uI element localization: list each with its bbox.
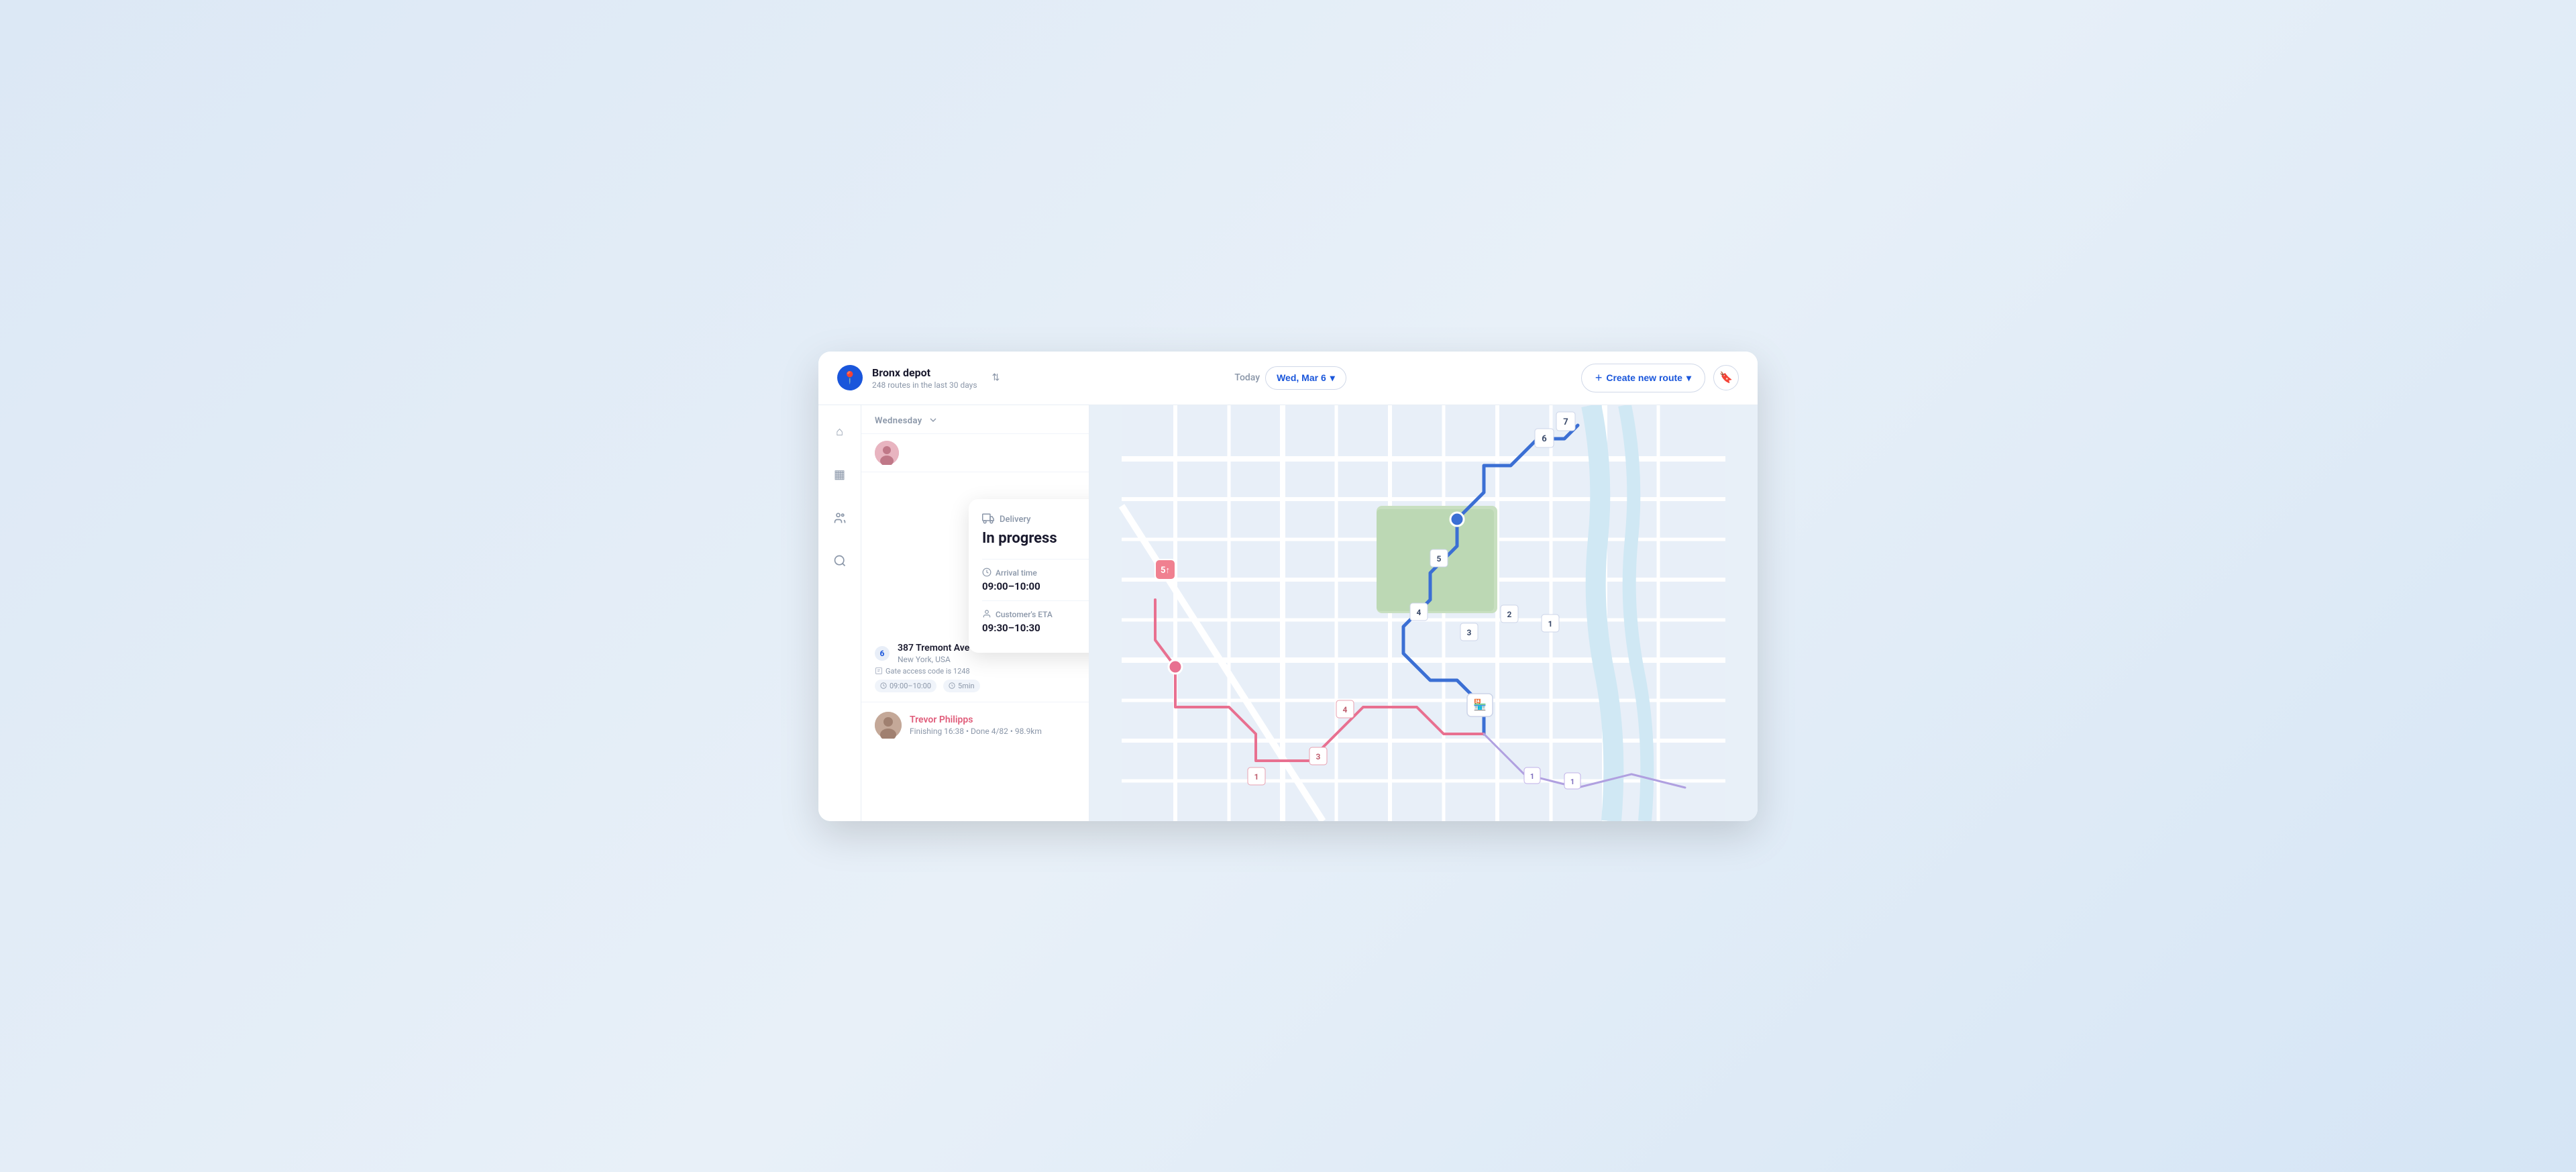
stop-number-badge: 6 [875, 646, 890, 661]
popup-divider-2 [982, 600, 1089, 601]
sidebar-item-search[interactable] [826, 547, 853, 574]
popup-eta-value: 09:30–10:30 [982, 622, 1053, 634]
date-label: Wed, Mar 6 [1277, 372, 1326, 383]
bookmark-icon: 🔖 [1719, 371, 1733, 384]
header-center: Today Wed, Mar 6 ▾ [1234, 366, 1346, 390]
popup-arrival-label: Arrival time [982, 568, 1040, 579]
create-route-button[interactable]: + Create new route ▾ [1581, 364, 1705, 392]
browser-window: 📍 Bronx depot 248 routes in the last 30 … [818, 352, 1758, 821]
svg-text:🏪: 🏪 [1473, 698, 1487, 711]
plus-icon: + [1595, 371, 1603, 385]
panel-header-label: Wednesday [875, 416, 922, 426]
sidebar-item-dashboard[interactable]: ▦ [826, 462, 853, 488]
route-panel: Wednesday [861, 405, 1089, 821]
popup-eta-label: Customer's ETA [982, 609, 1053, 621]
person-icon [982, 609, 991, 621]
stop-left: 6 387 Tremont Ave New York, USA [875, 643, 969, 664]
stop-note: Gate access code is 1248 [875, 667, 1075, 676]
today-label: Today [1234, 372, 1260, 383]
popup-eta-row: Customer's ETA 09:30–10:30 On time [982, 609, 1089, 634]
trevor-info: Trevor Philipps Finishing 16:38 • Done 4… [910, 714, 1042, 736]
map-svg: 7 6 5 4 3 2 1 5↑ 4 3 [1089, 405, 1758, 821]
popup-arrival-row: Arrival time 09:00–10:00 Late [982, 568, 1089, 592]
stop-address: 387 Tremont Ave [898, 643, 969, 653]
panel-header-row: Wednesday [861, 405, 1089, 434]
svg-text:2: 2 [1507, 610, 1512, 619]
svg-text:4: 4 [1343, 705, 1348, 714]
depot-switcher-icon[interactable]: ⇅ [992, 372, 1000, 383]
bookmark-button[interactable]: 🔖 [1713, 365, 1739, 390]
popup-arrival-value: 09:00–10:00 [982, 580, 1040, 592]
main-layout: ⌂ ▦ Wednesday [818, 405, 1758, 821]
popup-type-label: Delivery [1000, 515, 1030, 525]
map-area[interactable]: 7 6 5 4 3 2 1 5↑ 4 3 [1089, 405, 1758, 821]
trevor-avatar [875, 712, 902, 739]
trevor-sub: Finishing 16:38 • Done 4/82 • 98.9km [910, 727, 1042, 736]
svg-text:3: 3 [1316, 752, 1321, 761]
svg-text:3: 3 [1467, 628, 1472, 637]
svg-text:1: 1 [1548, 619, 1553, 629]
stop-address-block: 387 Tremont Ave New York, USA [898, 643, 969, 664]
popup-arrival-left: Arrival time 09:00–10:00 [982, 568, 1040, 592]
stop-details-row: 09:00–10:00 5min [875, 680, 1075, 692]
header-right: + Create new route ▾ 🔖 [1581, 364, 1739, 392]
delivery-truck-icon [982, 513, 994, 527]
svg-text:5↑: 5↑ [1161, 566, 1170, 576]
svg-text:1: 1 [1570, 778, 1574, 786]
svg-text:5: 5 [1437, 554, 1442, 564]
stop-city: New York, USA [898, 655, 969, 664]
clock-icon [982, 568, 991, 579]
header-left: 📍 Bronx depot 248 routes in the last 30 … [837, 365, 1000, 390]
trevor-row[interactable]: Trevor Philipps Finishing 16:38 • Done 4… [861, 702, 1089, 748]
popup-eta-left: Customer's ETA 09:30–10:30 [982, 609, 1053, 634]
create-route-chevron-icon: ▾ [1686, 372, 1691, 384]
sidebar-icons: ⌂ ▦ [818, 405, 861, 821]
avatar-driver-1 [875, 441, 899, 465]
sidebar-item-people[interactable] [826, 504, 853, 531]
svg-text:6: 6 [1542, 434, 1547, 444]
depot-sub: 248 routes in the last 30 days [872, 380, 977, 390]
delivery-popup: Delivery In progress Ar [969, 499, 1089, 653]
header: 📍 Bronx depot 248 routes in the last 30 … [818, 352, 1758, 405]
panel-collapse-icon[interactable] [928, 415, 938, 428]
create-route-label: Create new route [1606, 372, 1682, 383]
svg-text:7: 7 [1563, 417, 1568, 427]
sidebar-item-home[interactable]: ⌂ [826, 419, 853, 445]
stop-duration-badge: 5min [943, 680, 980, 692]
date-chevron-icon: ▾ [1330, 372, 1335, 384]
popup-status: In progress [982, 530, 1089, 547]
stop-time-window-badge: 09:00–10:00 [875, 680, 936, 692]
popup-divider-1 [982, 559, 1089, 560]
location-pin-icon: 📍 [837, 365, 863, 390]
trevor-name: Trevor Philipps [910, 714, 1042, 725]
depot-info: Bronx depot 248 routes in the last 30 da… [872, 366, 977, 390]
depot-name: Bronx depot [872, 366, 977, 379]
popup-type-row: Delivery [982, 513, 1089, 527]
svg-text:4: 4 [1417, 608, 1421, 617]
svg-text:1: 1 [1254, 772, 1259, 782]
date-picker-button[interactable]: Wed, Mar 6 ▾ [1265, 366, 1346, 390]
svg-text:1: 1 [1530, 772, 1534, 781]
driver-row-1[interactable] [861, 434, 1089, 472]
